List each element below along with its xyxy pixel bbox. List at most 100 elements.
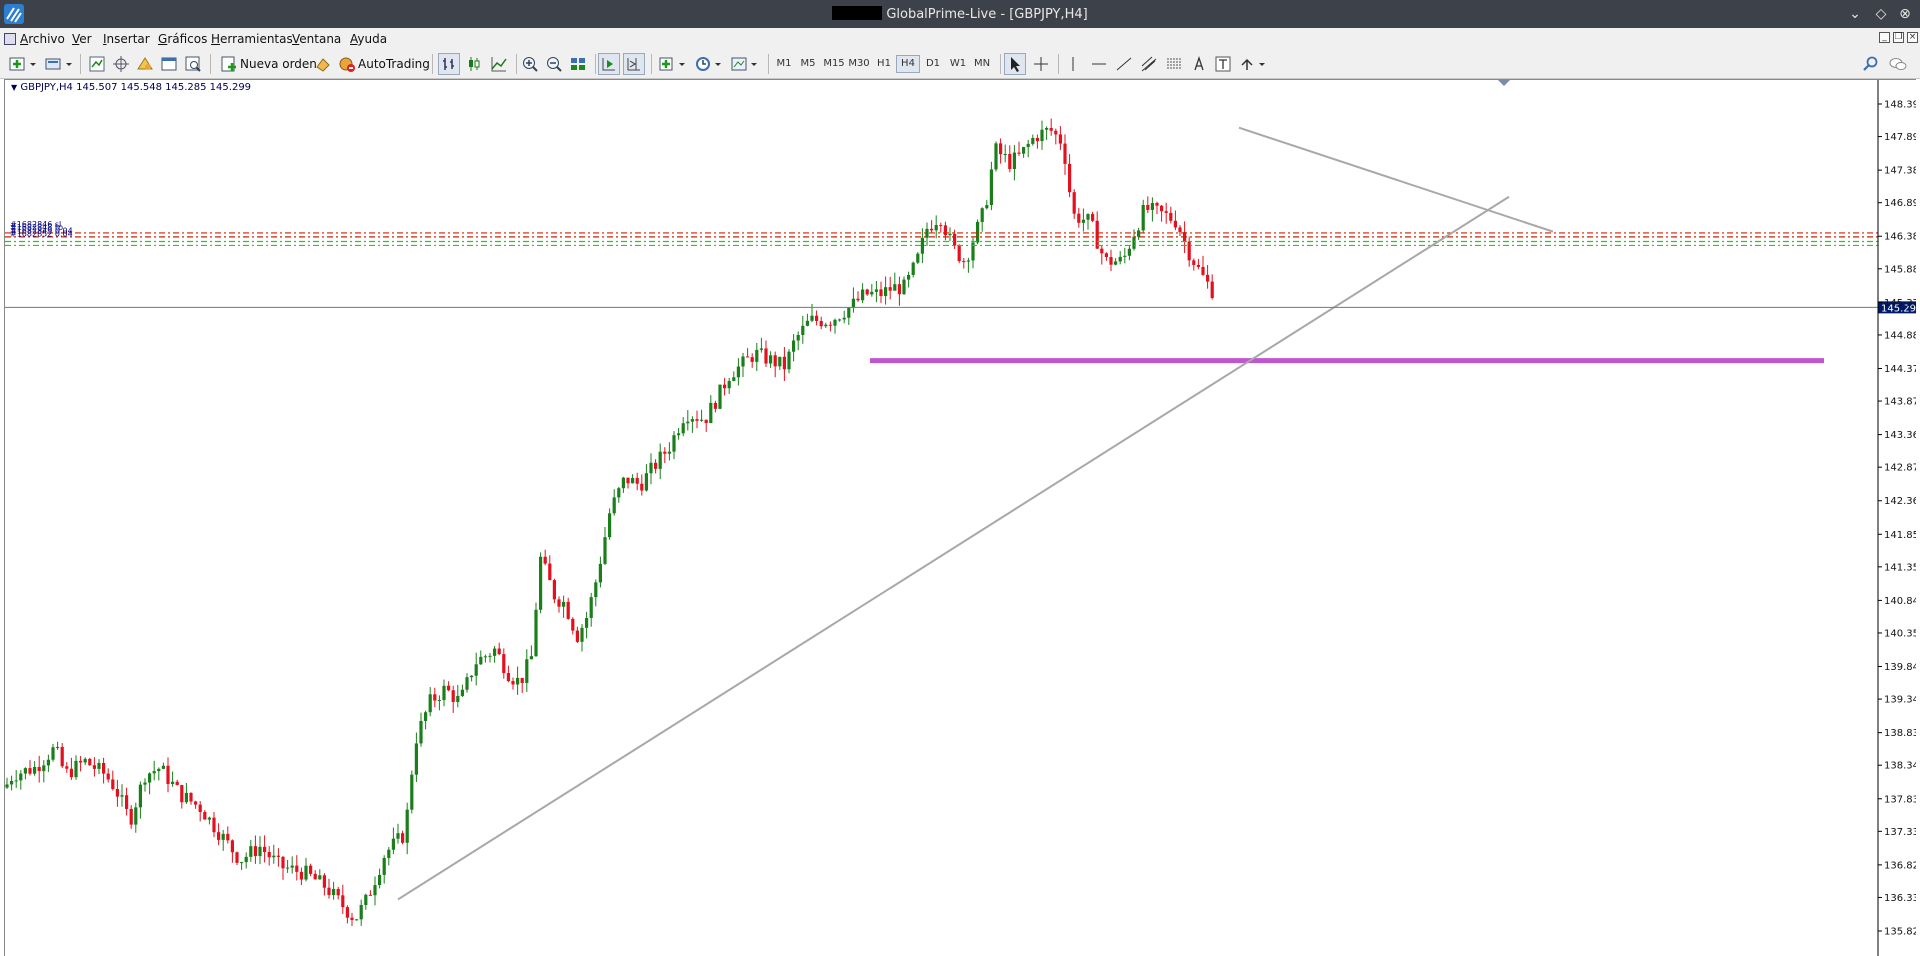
candle-body [718, 384, 722, 409]
candle-body [916, 253, 920, 263]
candle-body [1141, 204, 1145, 231]
restore-icon[interactable]: ◇ [1872, 5, 1890, 23]
candle-body [723, 384, 727, 389]
candle-body [276, 855, 280, 857]
candle-body [879, 289, 883, 297]
candle-body [437, 699, 441, 701]
strategy-tester-icon[interactable] [182, 53, 204, 75]
candle-body [621, 477, 625, 489]
timeframe-h4[interactable]: H4 [896, 55, 920, 73]
candle-body [14, 780, 18, 782]
candle-body [741, 356, 745, 367]
candle-body [819, 320, 823, 327]
line-chart-icon[interactable] [488, 53, 510, 75]
candle-body [939, 225, 943, 227]
collapse-triangle-icon[interactable]: ▼ [11, 83, 17, 92]
candle-body [750, 357, 754, 362]
autotrading-button[interactable]: AutoTrading [358, 53, 430, 75]
candle-body [419, 720, 423, 744]
candle-body [1104, 253, 1108, 258]
new-order-icon[interactable] [218, 53, 240, 75]
candle-body [824, 324, 828, 327]
new-chart-icon[interactable] [8, 53, 38, 75]
cursor-arrow-icon[interactable] [1004, 53, 1026, 75]
candle-body [212, 817, 216, 833]
price-axis-label: 142.360 [1884, 496, 1916, 507]
text-icon[interactable] [1188, 53, 1210, 75]
timeframe-w1[interactable]: W1 [946, 55, 970, 73]
candle-body [1132, 236, 1136, 249]
candle-body [433, 694, 437, 701]
descending-trendline [1238, 126, 1554, 233]
timeframe-m5[interactable]: M5 [796, 55, 820, 73]
timeframe-h1[interactable]: H1 [872, 55, 896, 73]
candle-body [989, 169, 993, 206]
fibonacci-icon[interactable] [1163, 53, 1185, 75]
crosshair-icon[interactable] [1030, 53, 1052, 75]
new-order-button[interactable]: Nueva orden [240, 53, 317, 75]
zoom-in-icon[interactable] [519, 53, 541, 75]
candle-body [460, 689, 464, 696]
menu-ventana[interactable]: Ventana [292, 32, 341, 46]
price-axis-label: 148.390 [1884, 100, 1916, 111]
indicators-icon[interactable] [656, 53, 690, 75]
menu-graficos[interactable]: Gráficos [158, 32, 207, 46]
price-axis-label: 140.845 [1884, 596, 1916, 607]
trendline-icon[interactable] [1113, 53, 1135, 75]
search-icon[interactable] [1860, 53, 1882, 75]
metaeditor-icon[interactable] [312, 53, 334, 75]
crosshair-move-icon[interactable] [110, 53, 132, 75]
candle-body [263, 846, 267, 853]
tile-windows-icon[interactable] [567, 53, 589, 75]
price-axis-label: 143.365 [1884, 430, 1916, 441]
candle-body [92, 765, 96, 769]
candle-body [318, 875, 322, 880]
price-axis-label: 141.355 [1884, 562, 1916, 573]
arrows-icon[interactable] [1238, 53, 1270, 75]
timeframe-m15[interactable]: M15 [821, 55, 847, 73]
mdi-minimize-icon[interactable]: _ [1879, 32, 1890, 43]
menu-ver[interactable]: Ver [72, 32, 92, 46]
chat-icon[interactable] [1886, 53, 1910, 75]
candle-body [608, 513, 612, 538]
market-watch-icon[interactable] [86, 53, 108, 75]
close-icon[interactable]: ⊗ [1896, 5, 1914, 23]
mdi-restore-icon[interactable]: ❐ [1893, 32, 1904, 43]
candle-body [1187, 241, 1191, 261]
candle-body [746, 356, 750, 358]
timeframe-m1[interactable]: M1 [772, 55, 796, 73]
vertical-line-icon[interactable] [1062, 53, 1084, 75]
menu-ayuda[interactable]: Ayuda [350, 32, 387, 46]
menu-insertar[interactable]: Insertar [103, 32, 150, 46]
terminal-icon[interactable] [158, 53, 180, 75]
autotrading-icon[interactable] [337, 53, 357, 75]
window-title-text: GlobalPrime-Live - [GBPJPY,H4] [886, 7, 1088, 22]
menu-archivo[interactable]: Archivo [20, 32, 65, 46]
auto-scroll-icon[interactable] [598, 53, 620, 75]
chart-window[interactable]: #1682846 sl #1682848 tp #1682849 0.04 #1682… [4, 79, 1916, 956]
bar-chart-icon[interactable] [438, 53, 460, 75]
zoom-out-icon[interactable] [543, 53, 565, 75]
text-label-icon[interactable] [1212, 53, 1234, 75]
navigator-icon[interactable] [134, 53, 156, 75]
candle-body [1077, 213, 1081, 223]
candlestick-chart-icon[interactable] [463, 53, 485, 75]
chart-shift-icon[interactable] [623, 53, 645, 75]
timeframe-d1[interactable]: D1 [921, 55, 945, 73]
menu-herramientas[interactable]: Herramientas [211, 32, 293, 46]
mdi-close-icon[interactable]: × [1907, 32, 1918, 43]
horizontal-line-icon[interactable] [1088, 53, 1110, 75]
candle-body [1137, 230, 1141, 237]
templates-icon[interactable] [728, 53, 762, 75]
periods-clock-icon[interactable] [692, 53, 726, 75]
candle-body [994, 143, 998, 170]
candle-body [180, 785, 184, 803]
equidistant-channel-icon[interactable] [1138, 53, 1160, 75]
candle-body [97, 762, 101, 769]
timeframe-m30[interactable]: M30 [846, 55, 872, 73]
chevron-down-icon[interactable]: ⌄ [1846, 5, 1864, 23]
profiles-icon[interactable] [44, 53, 74, 75]
candle-body [194, 801, 198, 805]
price-chart[interactable]: #1682846 sl#1682848 tp#1682849 0.04#1682… [5, 80, 1916, 956]
timeframe-mn[interactable]: MN [970, 55, 994, 73]
